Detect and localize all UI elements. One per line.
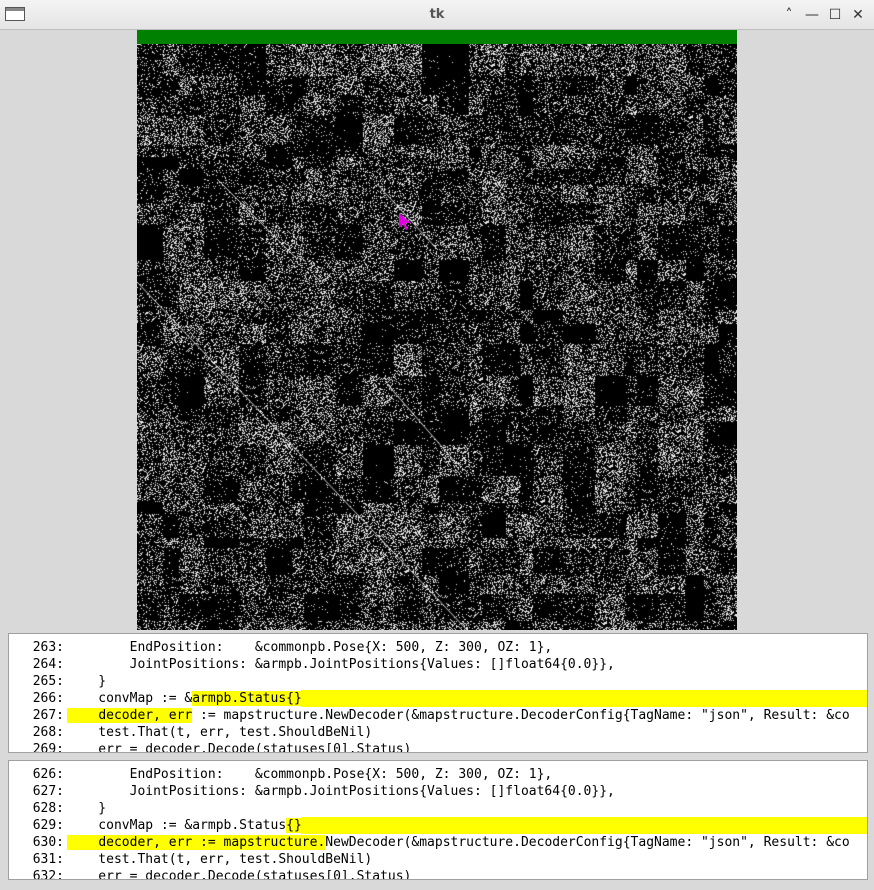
code-segment: JointPositions: &armpb.JointPositions{Va…: [67, 657, 615, 672]
code-text: err = decoder.Decode(statuses[0].Status): [67, 868, 412, 880]
code-segment: EndPosition: &commonpb.Pose{X: 500, Z: 3…: [67, 767, 553, 782]
close-button[interactable]: ✕: [849, 6, 867, 24]
code-text: EndPosition: &commonpb.Pose{X: 500, Z: 3…: [67, 766, 553, 783]
code-text: err = decoder.Decode(statuses[0].Status): [67, 741, 412, 753]
code-line: 266: convMap := &armpb.Status{}: [9, 690, 867, 707]
code-line: 268: test.That(t, err, test.ShouldBeNil): [9, 724, 867, 741]
line-number: 267:: [32, 708, 64, 723]
code-line: 264: JointPositions: &armpb.JointPositio…: [9, 656, 867, 673]
line-number: 263:: [32, 640, 64, 655]
code-text: EndPosition: &commonpb.Pose{X: 500, Z: 3…: [67, 639, 553, 656]
code-line: 631: test.That(t, err, test.ShouldBeNil): [9, 851, 867, 868]
code-line: 629: convMap := &armpb.Status{}: [9, 817, 867, 834]
code-text: decoder, err := mapstructure.NewDecoder(…: [67, 707, 850, 724]
code-segment: }: [67, 801, 107, 816]
shade-button[interactable]: ˄: [780, 6, 798, 24]
line-number: 628:: [32, 801, 64, 816]
main-content: 263: EndPosition: &commonpb.Pose{X: 500,…: [5, 30, 869, 886]
code-segment: err = decoder.Decode(statuses[0].Status): [67, 869, 412, 880]
code-text: JointPositions: &armpb.JointPositions{Va…: [67, 656, 615, 673]
title-bar[interactable]: tk ˄ — ☐ ✕: [0, 0, 874, 30]
code-segment: EndPosition: &commonpb.Pose{X: 500, Z: 3…: [67, 640, 553, 655]
code-text: }: [67, 800, 106, 817]
line-number: 268:: [32, 725, 64, 740]
code-text: JointPositions: &armpb.JointPositions{Va…: [67, 783, 615, 800]
code-segment: }: [67, 674, 107, 689]
code-line: 630: decoder, err := mapstructure.NewDec…: [9, 834, 867, 851]
code-text: convMap := &armpb.Status{}: [67, 690, 302, 707]
code-segment: test.That(t, err, test.ShouldBeNil): [67, 852, 373, 867]
maximize-button[interactable]: ☐: [826, 6, 844, 24]
line-number: 631:: [32, 852, 64, 867]
line-number: 264:: [32, 657, 64, 672]
code-line: 267: decoder, err := mapstructure.NewDec…: [9, 707, 867, 724]
pointer-cursor-icon: [399, 213, 411, 230]
highlight-band: [301, 690, 867, 707]
highlighted-match: decoder, err: [98, 708, 193, 723]
code-line: 632: err = decoder.Decode(statuses[0].St…: [9, 868, 867, 880]
line-number: 630:: [32, 835, 64, 850]
dotplot-image[interactable]: [137, 44, 737, 630]
code-line: 265: }: [9, 673, 867, 690]
line-number: 632:: [32, 869, 64, 880]
code-text: }: [67, 673, 106, 690]
highlighted-match: decoder, err := mapstructure.: [98, 835, 326, 850]
line-number: 627:: [32, 784, 64, 799]
highlighted-match: {}: [286, 818, 302, 833]
code-segment: convMap := &: [67, 691, 193, 706]
code-segment: test.That(t, err, test.ShouldBeNil): [67, 725, 373, 740]
code-text: test.That(t, err, test.ShouldBeNil): [67, 851, 372, 868]
code-segment: := mapstructure.NewDecoder(&mapstructure…: [192, 708, 850, 723]
highlighted-match: [67, 835, 99, 850]
code-panel-bottom[interactable]: 626: EndPosition: &commonpb.Pose{X: 500,…: [8, 760, 868, 880]
line-number: 269:: [32, 742, 64, 753]
dotplot-canvas[interactable]: [137, 30, 737, 630]
code-line: 263: EndPosition: &commonpb.Pose{X: 500,…: [9, 639, 867, 656]
code-segment: err = decoder.Decode(statuses[0].Status): [67, 742, 412, 753]
highlighted-match: [67, 708, 99, 723]
highlight-band: [301, 817, 867, 834]
code-line: 626: EndPosition: &commonpb.Pose{X: 500,…: [9, 766, 867, 783]
code-segment: JointPositions: &armpb.JointPositions{Va…: [67, 784, 615, 799]
minimize-button[interactable]: —: [803, 6, 821, 24]
line-number: 265:: [32, 674, 64, 689]
code-line: 628: }: [9, 800, 867, 817]
code-panel-top[interactable]: 263: EndPosition: &commonpb.Pose{X: 500,…: [8, 633, 868, 753]
code-segment: convMap := &armpb.Status: [67, 818, 287, 833]
line-number: 266:: [32, 691, 64, 706]
window-title: tk: [429, 7, 445, 22]
code-line: 627: JointPositions: &armpb.JointPositio…: [9, 783, 867, 800]
line-number: 626:: [32, 767, 64, 782]
code-line: 269: err = decoder.Decode(statuses[0].St…: [9, 741, 867, 753]
code-segment: NewDecoder(&mapstructure.DecoderConfig{T…: [325, 835, 850, 850]
code-text: test.That(t, err, test.ShouldBeNil): [67, 724, 372, 741]
line-number: 629:: [32, 818, 64, 833]
progress-bar: [137, 30, 737, 44]
code-text: convMap := &armpb.Status{}: [67, 817, 302, 834]
progress-fill: [137, 30, 737, 44]
highlighted-match: armpb.Status{}: [192, 691, 302, 706]
code-text: decoder, err := mapstructure.NewDecoder(…: [67, 834, 850, 851]
